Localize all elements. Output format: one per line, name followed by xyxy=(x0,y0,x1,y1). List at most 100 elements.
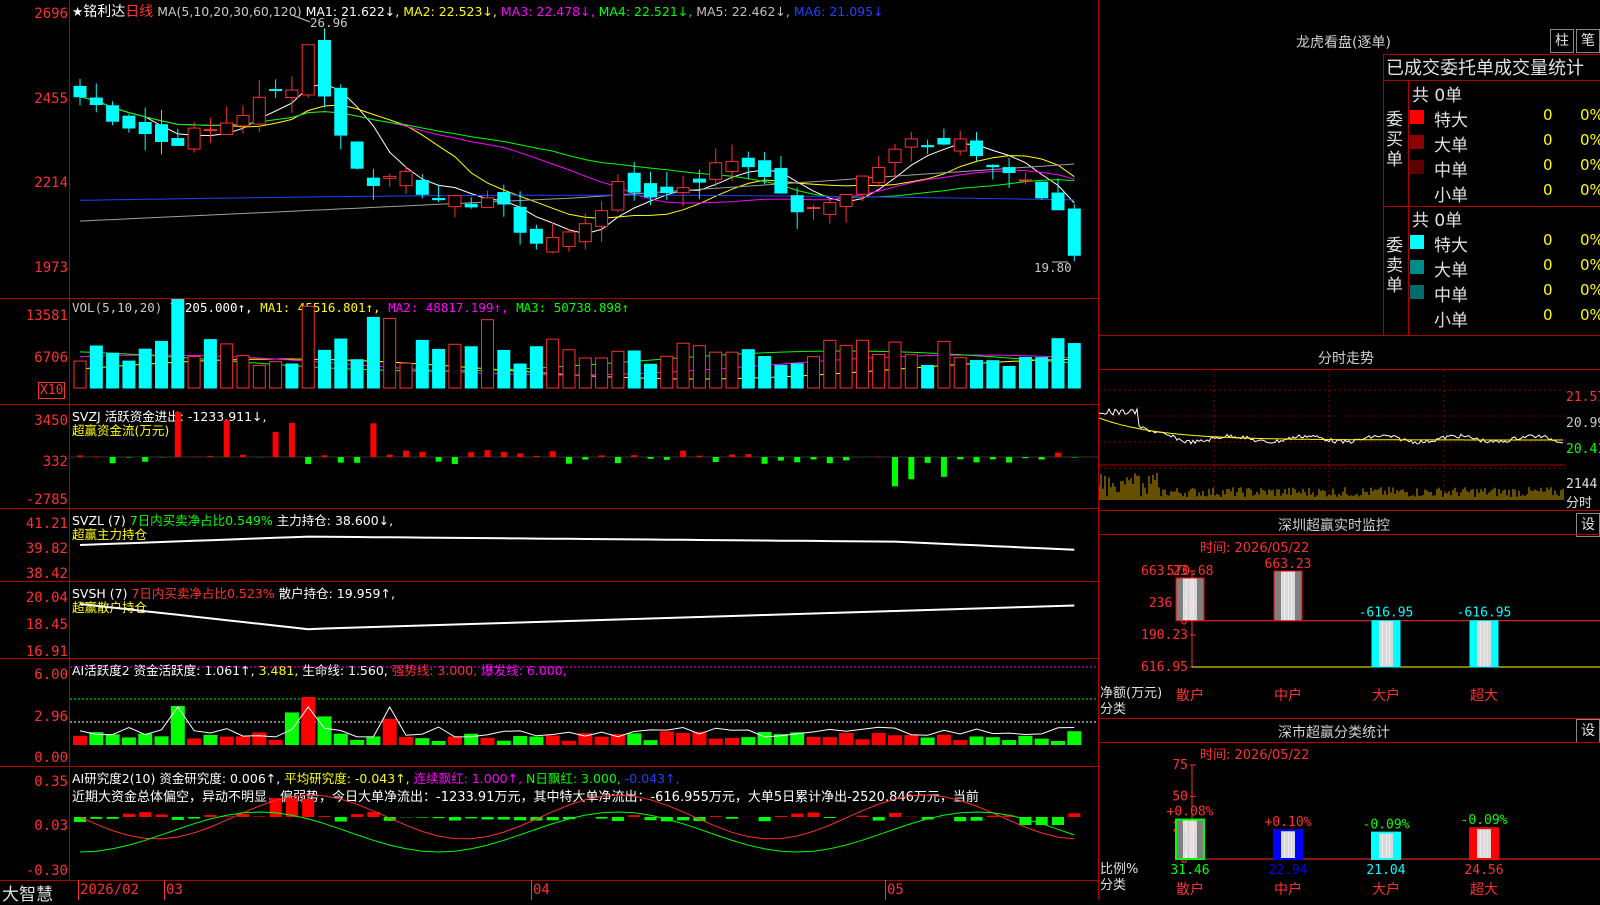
svzj-tick-2: 332 xyxy=(0,454,68,470)
svsh-tick-2: 18.45 xyxy=(0,617,68,633)
svzj-bar xyxy=(305,457,311,464)
svzj-bar xyxy=(501,452,507,457)
sz-bar-3 xyxy=(1372,621,1401,667)
bar-segment xyxy=(1187,578,1191,621)
svzj-bar xyxy=(745,454,751,457)
svzj-bar xyxy=(631,455,637,457)
cls-bar-1 xyxy=(1176,820,1205,859)
vol-bar xyxy=(775,365,787,388)
swatch-icon xyxy=(1410,285,1424,299)
date-tick-3 xyxy=(531,880,532,900)
svzl-tick-1: 41.21 xyxy=(0,516,68,532)
bar-segment xyxy=(1390,833,1394,859)
cls-settings-button[interactable]: 设 xyxy=(1576,719,1600,743)
svsh-line xyxy=(80,604,1074,629)
svzj-bar xyxy=(110,457,116,463)
pen-mode-button[interactable]: 笔 xyxy=(1576,29,1600,53)
bar-segment xyxy=(1379,833,1383,859)
ai1-bar xyxy=(301,697,315,745)
svzj-bar xyxy=(485,450,491,457)
vol-bar xyxy=(954,358,966,388)
vol-bar xyxy=(237,356,249,388)
ai2-bar xyxy=(204,815,216,817)
ai2-bar xyxy=(726,817,738,819)
cls-tick-label: 75 xyxy=(1172,758,1188,773)
candle-body xyxy=(791,196,803,212)
ai1-bar xyxy=(448,736,462,745)
ai2-bar xyxy=(107,817,119,819)
candle-body xyxy=(253,97,265,124)
vol-bar xyxy=(710,352,722,388)
candle-body xyxy=(482,198,494,208)
ai2-bar xyxy=(628,815,640,817)
svzj-bar xyxy=(370,423,376,457)
bar-segment xyxy=(1292,830,1296,859)
candlestick-chart[interactable] xyxy=(70,0,1098,298)
sz-category-label: 散户 xyxy=(1176,687,1204,704)
cls-bar-3 xyxy=(1372,833,1401,859)
candle-body xyxy=(449,196,461,207)
intraday-vol-tick: 2144 xyxy=(1566,477,1597,492)
candle-body xyxy=(824,203,836,215)
vol-bar xyxy=(840,345,852,388)
svzj-bar xyxy=(322,455,328,457)
ai1-bar xyxy=(904,735,918,745)
bar-segment xyxy=(1281,830,1285,859)
ai1-bar xyxy=(888,735,902,745)
cls-value-label: 22.94 xyxy=(1268,863,1307,878)
vol-bar xyxy=(90,346,102,388)
ai2-bar xyxy=(710,816,722,817)
rp-sep-8 xyxy=(1098,718,1600,719)
ai1-bar xyxy=(725,738,739,745)
ai1-bar xyxy=(1067,731,1081,745)
bar-segment xyxy=(1386,621,1390,667)
bar-segment xyxy=(1295,571,1299,621)
vol-bar xyxy=(889,342,901,388)
sz-tick-label: -616.95 xyxy=(1140,660,1188,675)
bar-segment xyxy=(1183,820,1187,859)
bar-segment xyxy=(1285,571,1289,621)
dragon-tiger-title: 龙虎看盘(逐单) xyxy=(1296,32,1391,52)
vol-bar xyxy=(759,356,771,388)
bar-mode-button[interactable]: 柱 xyxy=(1550,29,1574,53)
vol-bar xyxy=(204,340,216,388)
intraday-title[interactable]: 分时走势 xyxy=(1318,348,1374,368)
ai2-bar xyxy=(645,817,657,820)
ai1-bar xyxy=(155,736,169,745)
sz-tick-label: -190.23 xyxy=(1140,628,1188,643)
ai1-bar xyxy=(595,737,609,745)
vol-bar xyxy=(547,339,559,388)
svzj-bar xyxy=(403,451,409,457)
sz-bar-value: 663.23 xyxy=(1265,557,1312,572)
vol-bar xyxy=(335,339,347,388)
buy-row-l: 大单00% xyxy=(1408,130,1600,154)
row-pct: 0% xyxy=(1580,306,1600,324)
vol-bar xyxy=(938,341,950,388)
row-pct: 0% xyxy=(1580,106,1600,124)
svzj-bar xyxy=(338,457,344,463)
vol-bar xyxy=(384,318,396,388)
row-name: 大单 xyxy=(1434,131,1468,156)
candle-body xyxy=(954,139,966,151)
candle-body xyxy=(1036,182,1048,198)
ai2-bar xyxy=(74,817,86,822)
ai2-bar xyxy=(612,817,624,821)
vol-bar xyxy=(563,350,575,388)
svzj-bar xyxy=(126,457,132,458)
candle-body xyxy=(123,116,135,128)
cls-chart: 7550250+0.08%31.46散户+0.10%22.94中户-0.09%2… xyxy=(1140,755,1600,900)
vol-bar xyxy=(808,357,820,388)
candle-body xyxy=(335,88,347,135)
bar-segment xyxy=(1484,828,1488,859)
intraday-unit: 分时 xyxy=(1566,492,1592,511)
bar-segment xyxy=(1376,621,1380,667)
date-label-mar: 03 xyxy=(166,882,183,898)
bar-segment xyxy=(1278,571,1282,621)
svzl-tick-3: 38.42 xyxy=(0,566,68,582)
vol-bar xyxy=(449,344,461,388)
candle-body xyxy=(612,182,624,210)
intraday-chart[interactable] xyxy=(1099,370,1565,510)
candle-body xyxy=(579,224,591,242)
swatch-icon xyxy=(1410,185,1424,199)
ai2-bar xyxy=(498,817,510,820)
